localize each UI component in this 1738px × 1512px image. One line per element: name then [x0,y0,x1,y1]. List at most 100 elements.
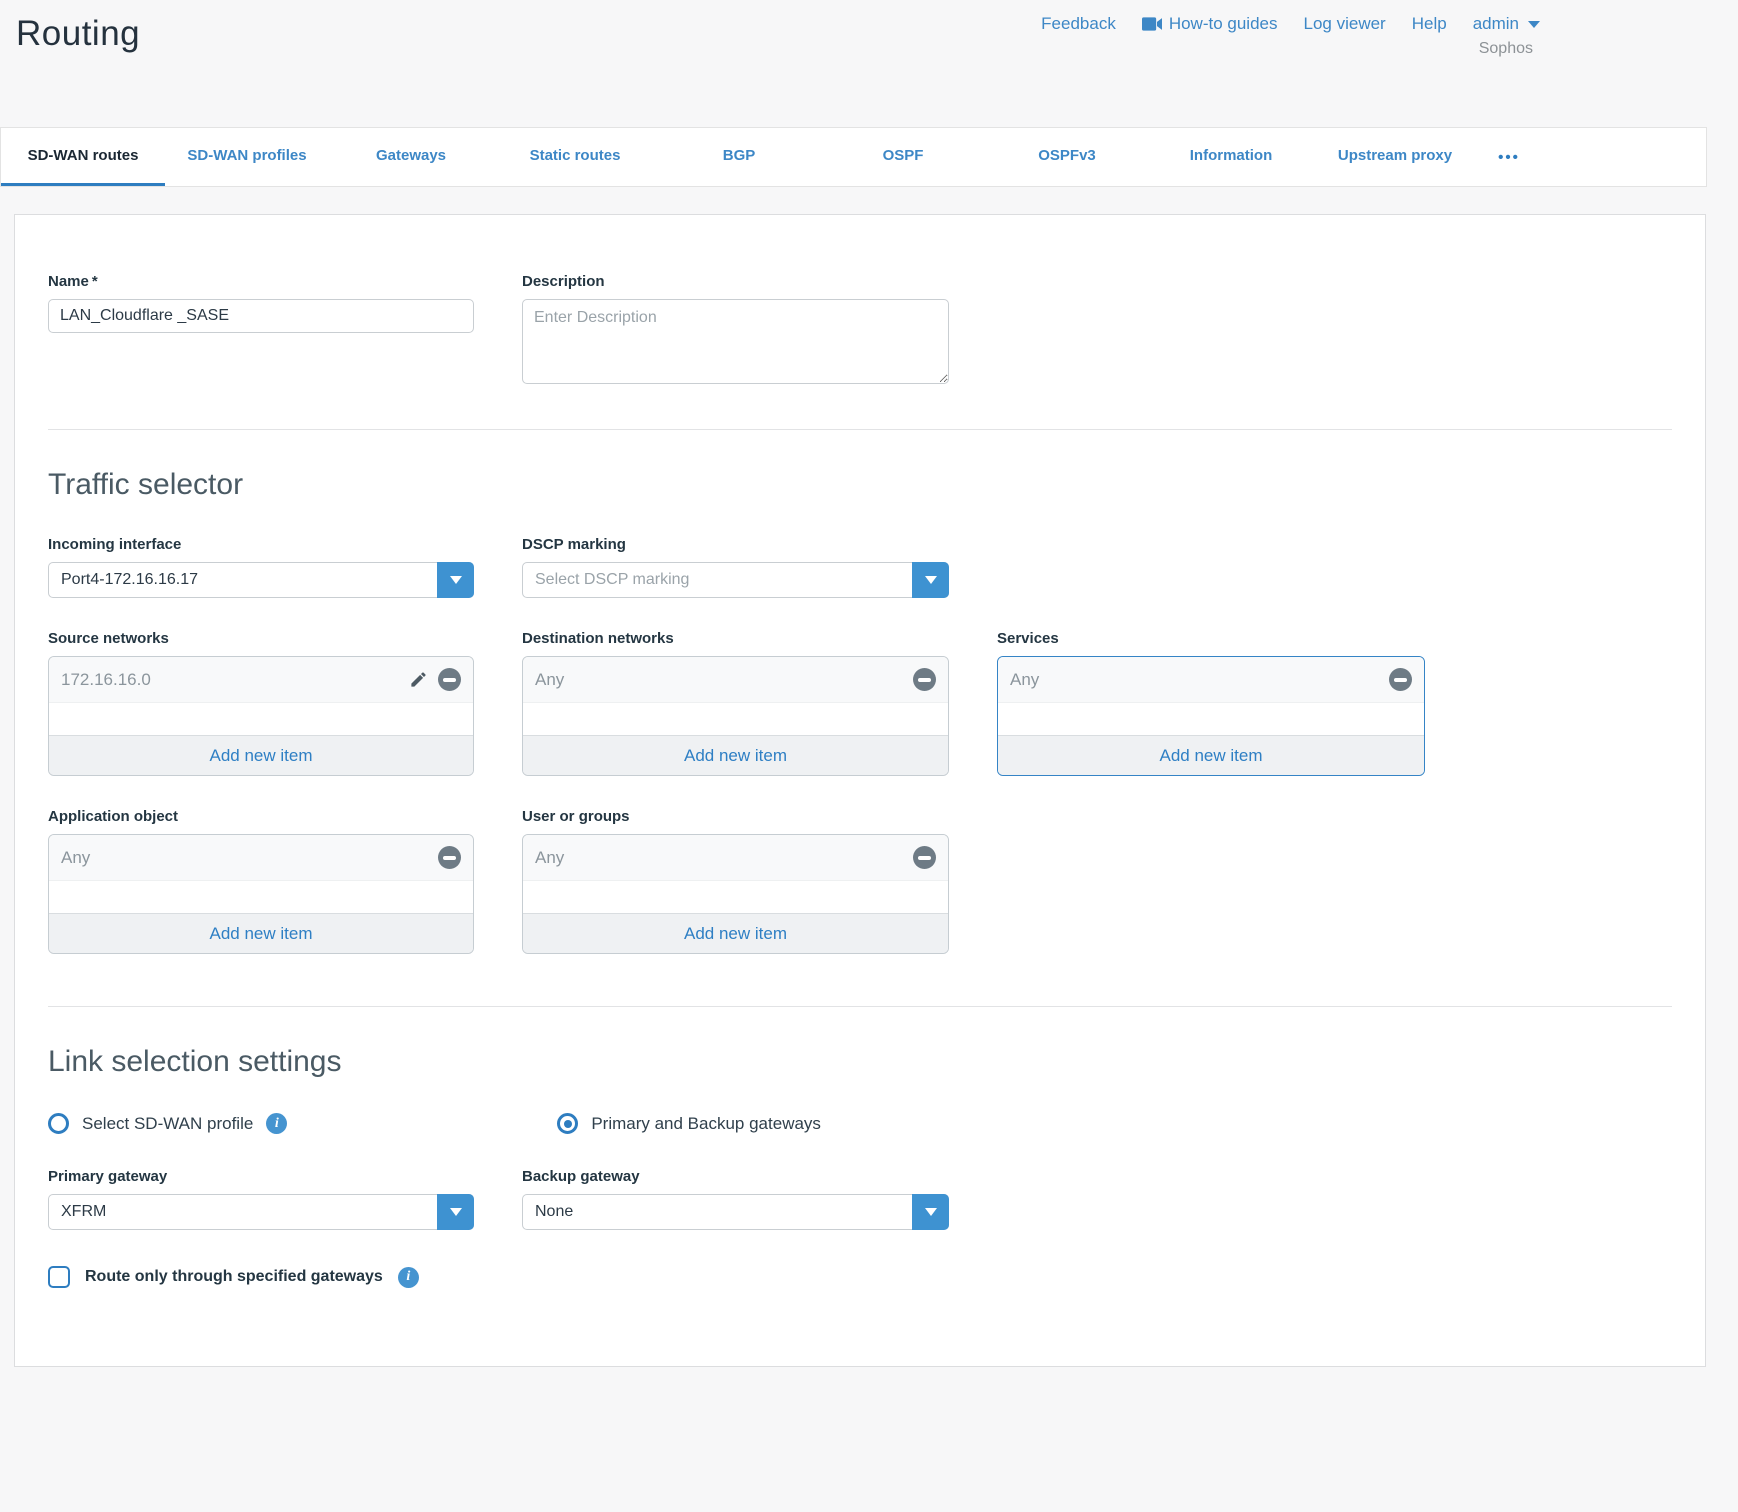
required-asterisk: * [92,273,98,290]
log-viewer-label: Log viewer [1304,14,1386,34]
remove-item-icon[interactable] [1389,668,1412,691]
remove-item-icon[interactable] [913,846,936,869]
panel-spacer [49,703,473,735]
remove-item-icon[interactable] [438,668,461,691]
backup-gateway-dropdown[interactable]: None [522,1194,949,1230]
how-to-guides-link[interactable]: How-to guides [1142,14,1278,34]
destination-network-value: Any [535,670,913,690]
service-item: Any [998,657,1424,703]
name-label-text: Name [48,273,89,290]
dscp-marking-label: DSCP marking [522,536,949,553]
application-object-label: Application object [48,808,474,825]
log-viewer-link[interactable]: Log viewer [1304,14,1386,34]
help-link[interactable]: Help [1412,14,1447,34]
incoming-interface-dropdown-button[interactable] [437,562,474,598]
gateway-mode-radio-group: Select SD-WAN profile Primary and Backup… [48,1113,1672,1134]
admin-label: admin [1473,14,1519,34]
triangle-down-icon [925,1208,937,1216]
feedback-link[interactable]: Feedback [1041,14,1116,34]
dscp-marking-dropdown-button[interactable] [912,562,949,598]
triangle-down-icon [925,576,937,584]
triangle-down-icon [450,576,462,584]
info-icon[interactable] [398,1267,419,1288]
dscp-marking-dropdown[interactable]: Select DSCP marking [522,562,949,598]
info-icon[interactable] [266,1113,287,1134]
application-object-add-button[interactable]: Add new item [49,913,473,953]
source-network-value: 172.16.16.0 [61,670,409,690]
primary-gateway-dropdown[interactable]: XFRM [48,1194,474,1230]
application-user-row: Application object Any Add new item User… [48,808,1672,954]
user-or-groups-label: User or groups [522,808,949,825]
section-divider [48,429,1672,430]
panel-spacer [523,703,948,735]
tab-information[interactable]: Information [1149,128,1313,186]
tab-sd-wan-routes[interactable]: SD-WAN routes [1,128,165,186]
remove-item-icon[interactable] [438,846,461,869]
tab-ospfv3[interactable]: OSPFv3 [985,128,1149,186]
description-input[interactable] [522,299,949,384]
page-header: Routing Feedback How-to guides Log viewe… [0,0,1738,127]
feedback-label: Feedback [1041,14,1116,34]
radio-label: Select SD-WAN profile [82,1114,253,1134]
source-networks-add-button[interactable]: Add new item [49,735,473,775]
radio-label: Primary and Backup gateways [591,1114,821,1134]
panel-spacer [49,881,473,913]
tab-upstream-proxy[interactable]: Upstream proxy [1313,128,1477,186]
radio-select-sd-wan-profile[interactable]: Select SD-WAN profile [48,1113,287,1134]
user-or-groups-value: Any [535,848,913,868]
tab-ospf[interactable]: OSPF [821,128,985,186]
application-object-item: Any [49,835,473,881]
services-add-button[interactable]: Add new item [998,735,1424,775]
radio-selected-icon[interactable] [557,1113,578,1134]
help-label: Help [1412,14,1447,34]
routing-tabbar: SD-WAN routes SD-WAN profiles Gateways S… [0,127,1707,187]
traffic-selector-heading: Traffic selector [48,468,1672,502]
services-label: Services [997,630,1425,647]
panel-spacer [998,703,1424,735]
route-only-checkbox[interactable] [48,1266,70,1288]
user-or-groups-add-button[interactable]: Add new item [523,913,948,953]
tab-bgp[interactable]: BGP [657,128,821,186]
route-only-checkbox-row[interactable]: Route only through specified gateways [48,1266,1672,1288]
incoming-interface-value: Port4-172.16.16.17 [49,571,437,589]
gateway-row: Primary gateway XFRM Backup gateway None [48,1168,1672,1230]
name-input[interactable] [48,299,474,333]
edit-pencil-icon[interactable] [409,670,428,689]
incoming-interface-dropdown[interactable]: Port4-172.16.16.17 [48,562,474,598]
primary-gateway-label: Primary gateway [48,1168,474,1185]
chevron-down-icon [1528,21,1540,28]
panel-spacer [523,881,948,913]
services-panel: Any Add new item [997,656,1425,776]
application-object-panel: Any Add new item [48,834,474,954]
tab-sd-wan-profiles[interactable]: SD-WAN profiles [165,128,329,186]
primary-gateway-dropdown-button[interactable] [437,1194,474,1230]
interface-dscp-row: Incoming interface Port4-172.16.16.17 DS… [48,536,1672,598]
link-selection-heading: Link selection settings [48,1045,1672,1079]
dscp-marking-placeholder: Select DSCP marking [523,571,912,589]
destination-networks-label: Destination networks [522,630,949,647]
more-tabs-button[interactable]: ••• [1477,128,1541,186]
destination-networks-panel: Any Add new item [522,656,949,776]
remove-item-icon[interactable] [913,668,936,691]
backup-gateway-label: Backup gateway [522,1168,949,1185]
section-divider [48,1006,1672,1007]
source-networks-label: Source networks [48,630,474,647]
backup-gateway-dropdown-button[interactable] [912,1194,949,1230]
application-object-value: Any [61,848,438,868]
video-camera-icon [1142,17,1162,31]
user-or-groups-item: Any [523,835,948,881]
name-label: Name* [48,273,474,290]
route-only-checkbox-label: Route only through specified gateways [85,1268,383,1286]
description-label: Description [522,273,949,290]
service-value: Any [1010,670,1389,690]
radio-primary-backup-gateways[interactable]: Primary and Backup gateways [557,1113,821,1134]
tab-static-routes[interactable]: Static routes [493,128,657,186]
radio-unselected-icon[interactable] [48,1113,69,1134]
source-networks-panel: 172.16.16.0 Add new item [48,656,474,776]
brand-name: Sophos [1479,40,1533,58]
how-to-guides-label: How-to guides [1169,14,1278,34]
admin-menu[interactable]: admin [1473,14,1540,34]
tab-gateways[interactable]: Gateways [329,128,493,186]
name-description-row: Name* Description [48,273,1672,389]
destination-networks-add-button[interactable]: Add new item [523,735,948,775]
